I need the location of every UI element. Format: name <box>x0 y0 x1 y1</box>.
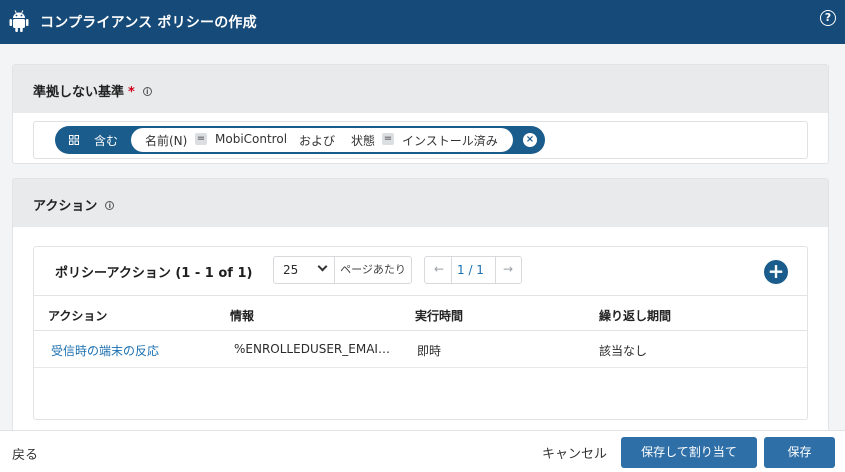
cancel-button[interactable]: キャンセル <box>542 443 607 462</box>
actions-panel: アクション i ポリシーアクション (1 - 1 of 1) 25 ページあたり … <box>12 178 829 430</box>
actions-title: アクション <box>33 199 98 214</box>
actions-heading: アクション i <box>33 195 115 214</box>
cell-time: 即時 <box>417 344 442 358</box>
remove-filter-icon[interactable]: × <box>523 133 537 147</box>
actions-header: アクション i <box>13 179 828 227</box>
filter-field-status: 状態 <box>351 134 376 148</box>
divider <box>495 257 496 283</box>
help-icon[interactable]: ? <box>820 10 836 26</box>
per-page-select[interactable]: 25 <box>273 256 335 284</box>
equals-operator: = <box>382 133 394 145</box>
criteria-heading: 準拠しない基準 * i <box>33 81 152 100</box>
chevron-down-icon <box>317 261 328 272</box>
column-header-repeat[interactable]: 繰り返し期間 <box>599 307 671 324</box>
policy-actions-title: ポリシーアクション (1 - 1 of 1) <box>55 266 253 281</box>
criteria-header: 準拠しない基準 * i <box>13 65 828 113</box>
filter-value-name: MobiControl <box>215 132 288 146</box>
filter-value-status: インストール済み <box>402 134 498 148</box>
divider <box>451 257 452 283</box>
per-page-value: 25 <box>283 263 299 277</box>
table-row[interactable]: 受信時の端末の反応 %ENROLLEDUSER_EMAI… 即時 該当なし <box>34 331 807 368</box>
info-icon[interactable]: i <box>105 201 115 210</box>
save-button[interactable]: 保存 <box>764 437 835 468</box>
filter-box[interactable]: 含む 名前(N) = MobiControl および 状態 = インストール済み… <box>33 121 808 159</box>
info-icon[interactable]: i <box>142 87 152 96</box>
title-bar: コンプライアンス ポリシーの作成 ? <box>0 0 845 44</box>
main-content: 準拠しない基準 * i 含む 名前(N) = MobiControl および 状態 <box>0 44 845 430</box>
prev-page-icon[interactable]: ← <box>434 262 444 276</box>
criteria-panel: 準拠しない基準 * i 含む 名前(N) = MobiControl および 状態 <box>12 64 829 164</box>
window-title: コンプライアンス ポリシーの作成 <box>40 15 257 31</box>
filter-chip[interactable]: 含む 名前(N) = MobiControl および 状態 = インストール済み… <box>55 126 545 154</box>
grid-icon <box>69 135 79 145</box>
page-indicator: 1 / 1 <box>457 263 484 277</box>
column-header-info[interactable]: 情報 <box>230 307 254 324</box>
per-page-label: ページあたり <box>334 256 412 284</box>
back-button[interactable]: 戻る <box>12 444 38 463</box>
contains-label[interactable]: 含む <box>94 132 118 149</box>
footer-bar: 戻る キャンセル 保存して割り当て 保存 <box>0 430 845 472</box>
criteria-title: 準拠しない基準 <box>33 85 125 100</box>
filter-expression[interactable]: 名前(N) = MobiControl および 状態 = インストール済み <box>131 128 513 152</box>
filter-field-name: 名前(N) <box>145 134 188 148</box>
table-header: アクション 情報 実行時間 繰り返し期間 <box>34 295 807 331</box>
column-header-action[interactable]: アクション <box>48 307 107 324</box>
column-header-time[interactable]: 実行時間 <box>415 307 463 324</box>
equals-operator: = <box>195 133 207 145</box>
save-and-assign-button[interactable]: 保存して割り当て <box>621 437 757 468</box>
policy-actions-card: ポリシーアクション (1 - 1 of 1) 25 ページあたり ← 1 / 1… <box>33 246 808 420</box>
required-mark: * <box>128 85 135 100</box>
next-page-icon[interactable]: → <box>503 262 513 276</box>
filter-conjunction: および <box>299 134 336 148</box>
cell-repeat: 該当なし <box>599 344 648 358</box>
action-link[interactable]: 受信時の端末の反応 <box>51 342 159 359</box>
pagination: ← 1 / 1 → <box>424 256 522 284</box>
android-icon <box>9 10 29 32</box>
cell-info: %ENROLLEDUSER_EMAI… <box>234 342 390 356</box>
add-action-button[interactable]: + <box>764 260 788 284</box>
